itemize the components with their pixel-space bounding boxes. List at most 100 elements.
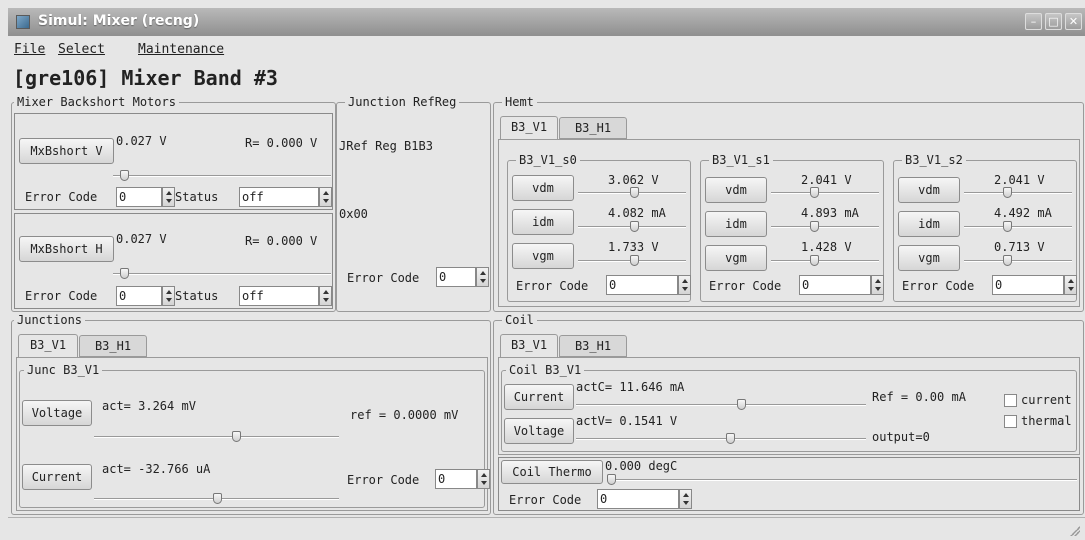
voltage-button[interactable]: Voltage	[22, 400, 92, 426]
error-code-spinner[interactable]	[871, 275, 884, 295]
menu-select-label: Select	[58, 42, 105, 57]
error-code-label: Error Code	[25, 289, 98, 303]
error-code-spinner[interactable]	[678, 275, 691, 295]
error-code-field[interactable]: 0	[436, 267, 476, 287]
slider-thumb[interactable]	[630, 187, 640, 198]
idm-button[interactable]: idm	[512, 209, 574, 235]
coil-thermo-panel: Coil Thermo 0.000 degC Error Code 0	[498, 457, 1080, 511]
error-code-field[interactable]: 0	[597, 489, 679, 509]
current-checkbox[interactable]	[1004, 394, 1017, 407]
error-code-spinner[interactable]	[477, 469, 490, 489]
slider-thumb[interactable]	[725, 433, 735, 444]
group-label: B3_V1_s0	[516, 153, 580, 167]
vgm-slider[interactable]	[771, 255, 879, 267]
hemt-s1-group: B3_V1_s1 vdm 2.041 V idm 4.893 mA vgm 1.…	[700, 153, 884, 302]
menu-maintenance[interactable]: Maintenance	[138, 42, 224, 57]
vgm-slider[interactable]	[964, 255, 1072, 267]
slider-thumb[interactable]	[810, 187, 820, 198]
coil-current-slider[interactable]	[576, 399, 866, 411]
slider-thumb[interactable]	[212, 493, 222, 504]
coil-voltage-slider[interactable]	[576, 433, 866, 445]
error-code-label: Error Code	[516, 279, 589, 293]
vdm-button[interactable]: vdm	[705, 177, 767, 203]
minimize-icon[interactable]: –	[1025, 13, 1042, 30]
error-code-field[interactable]: 0	[116, 187, 162, 207]
vdm-button[interactable]: vdm	[898, 177, 960, 203]
error-code-spinner[interactable]	[162, 187, 175, 207]
slider-thumb[interactable]	[607, 474, 616, 485]
error-code-spinner[interactable]	[476, 267, 489, 287]
status-spinner[interactable]	[319, 286, 332, 306]
vgm-button[interactable]: vgm	[512, 243, 574, 269]
motor-h-slider[interactable]	[113, 268, 331, 280]
idm-button[interactable]: idm	[898, 211, 960, 237]
resize-grip-icon[interactable]	[1070, 526, 1080, 536]
slider-thumb[interactable]	[810, 255, 820, 266]
slider-thumb[interactable]	[232, 431, 242, 442]
motor-h-voltage: 0.027 V	[116, 232, 167, 246]
idm-slider[interactable]	[964, 221, 1072, 233]
status-field[interactable]: off	[239, 286, 319, 306]
slider-thumb[interactable]	[737, 399, 747, 410]
vdm-button[interactable]: vdm	[512, 175, 574, 201]
vgm-slider[interactable]	[578, 255, 686, 267]
coil-thermo-slider[interactable]	[607, 474, 1077, 486]
maximize-icon[interactable]: □	[1045, 13, 1062, 30]
slider-thumb[interactable]	[119, 170, 129, 181]
motor-v-slider[interactable]	[113, 170, 331, 182]
current-button[interactable]: Current	[504, 384, 574, 410]
vgm-button[interactable]: vgm	[898, 245, 960, 271]
vdm-slider[interactable]	[771, 187, 879, 199]
hemt-group: Hemt B3_V1 B3_H1 B3_V1_s0 vdm 3.062 V id…	[493, 95, 1084, 312]
status-spinner[interactable]	[319, 187, 332, 207]
tab-b3-v1[interactable]: B3_V1	[500, 334, 558, 357]
menu-select[interactable]: Select	[58, 42, 105, 57]
error-code-spinner[interactable]	[162, 286, 175, 306]
coil-thermo-button[interactable]: Coil Thermo	[501, 460, 603, 484]
vdm-slider[interactable]	[578, 187, 686, 199]
error-code-field[interactable]: 0	[116, 286, 162, 306]
junction-current-slider[interactable]	[94, 493, 339, 505]
group-label: B3_V1_s2	[902, 153, 966, 167]
tab-b3-h1[interactable]: B3_H1	[79, 335, 147, 357]
motor-h-panel: MxBshort H 0.027 V R= 0.000 V Error Code…	[14, 213, 333, 309]
error-code-field[interactable]: 0	[606, 275, 678, 295]
voltage-button[interactable]: Voltage	[504, 418, 574, 444]
junction-voltage-slider[interactable]	[94, 431, 339, 443]
tab-b3-h1[interactable]: B3_H1	[559, 117, 627, 139]
slider-thumb[interactable]	[119, 268, 129, 279]
group-label: Hemt	[502, 95, 537, 109]
slider-thumb[interactable]	[1003, 221, 1013, 232]
slider-thumb[interactable]	[810, 221, 820, 232]
slider-thumb[interactable]	[1003, 255, 1013, 266]
tab-b3-v1[interactable]: B3_V1	[500, 116, 558, 139]
error-code-spinner[interactable]	[1064, 275, 1077, 295]
tab-b3-h1[interactable]: B3_H1	[559, 335, 627, 357]
idm-slider[interactable]	[771, 221, 879, 233]
jref-reg-hex: 0x00	[339, 207, 368, 221]
current-button[interactable]: Current	[22, 464, 92, 490]
error-code-field[interactable]: 0	[435, 469, 477, 489]
close-icon[interactable]: ✕	[1065, 13, 1082, 30]
mxbshort-v-button[interactable]: MxBshort V	[19, 138, 114, 164]
error-code-spinner[interactable]	[679, 489, 692, 509]
slider-thumb[interactable]	[1003, 187, 1013, 198]
vgm-button[interactable]: vgm	[705, 245, 767, 271]
idm-slider[interactable]	[578, 221, 686, 233]
idm-button[interactable]: idm	[705, 211, 767, 237]
coil-group: Coil B3_V1 B3_H1 Coil B3_V1 Current actC…	[493, 313, 1084, 515]
thermal-checkbox[interactable]	[1004, 415, 1017, 428]
group-label: Mixer Backshort Motors	[14, 95, 179, 109]
mxbshort-h-button[interactable]: MxBshort H	[19, 236, 114, 262]
slider-thumb[interactable]	[630, 221, 640, 232]
error-code-label: Error Code	[347, 473, 420, 487]
menu-file[interactable]: File	[14, 42, 45, 57]
error-code-field[interactable]: 0	[799, 275, 871, 295]
title-bar[interactable]: Simul: Mixer (recng) – □ ✕	[8, 8, 1085, 36]
tab-b3-v1[interactable]: B3_V1	[18, 334, 78, 357]
vdm-slider[interactable]	[964, 187, 1072, 199]
slider-thumb[interactable]	[630, 255, 640, 266]
error-code-field[interactable]: 0	[992, 275, 1064, 295]
group-label: Junc B3_V1	[24, 363, 103, 377]
status-field[interactable]: off	[239, 187, 319, 207]
